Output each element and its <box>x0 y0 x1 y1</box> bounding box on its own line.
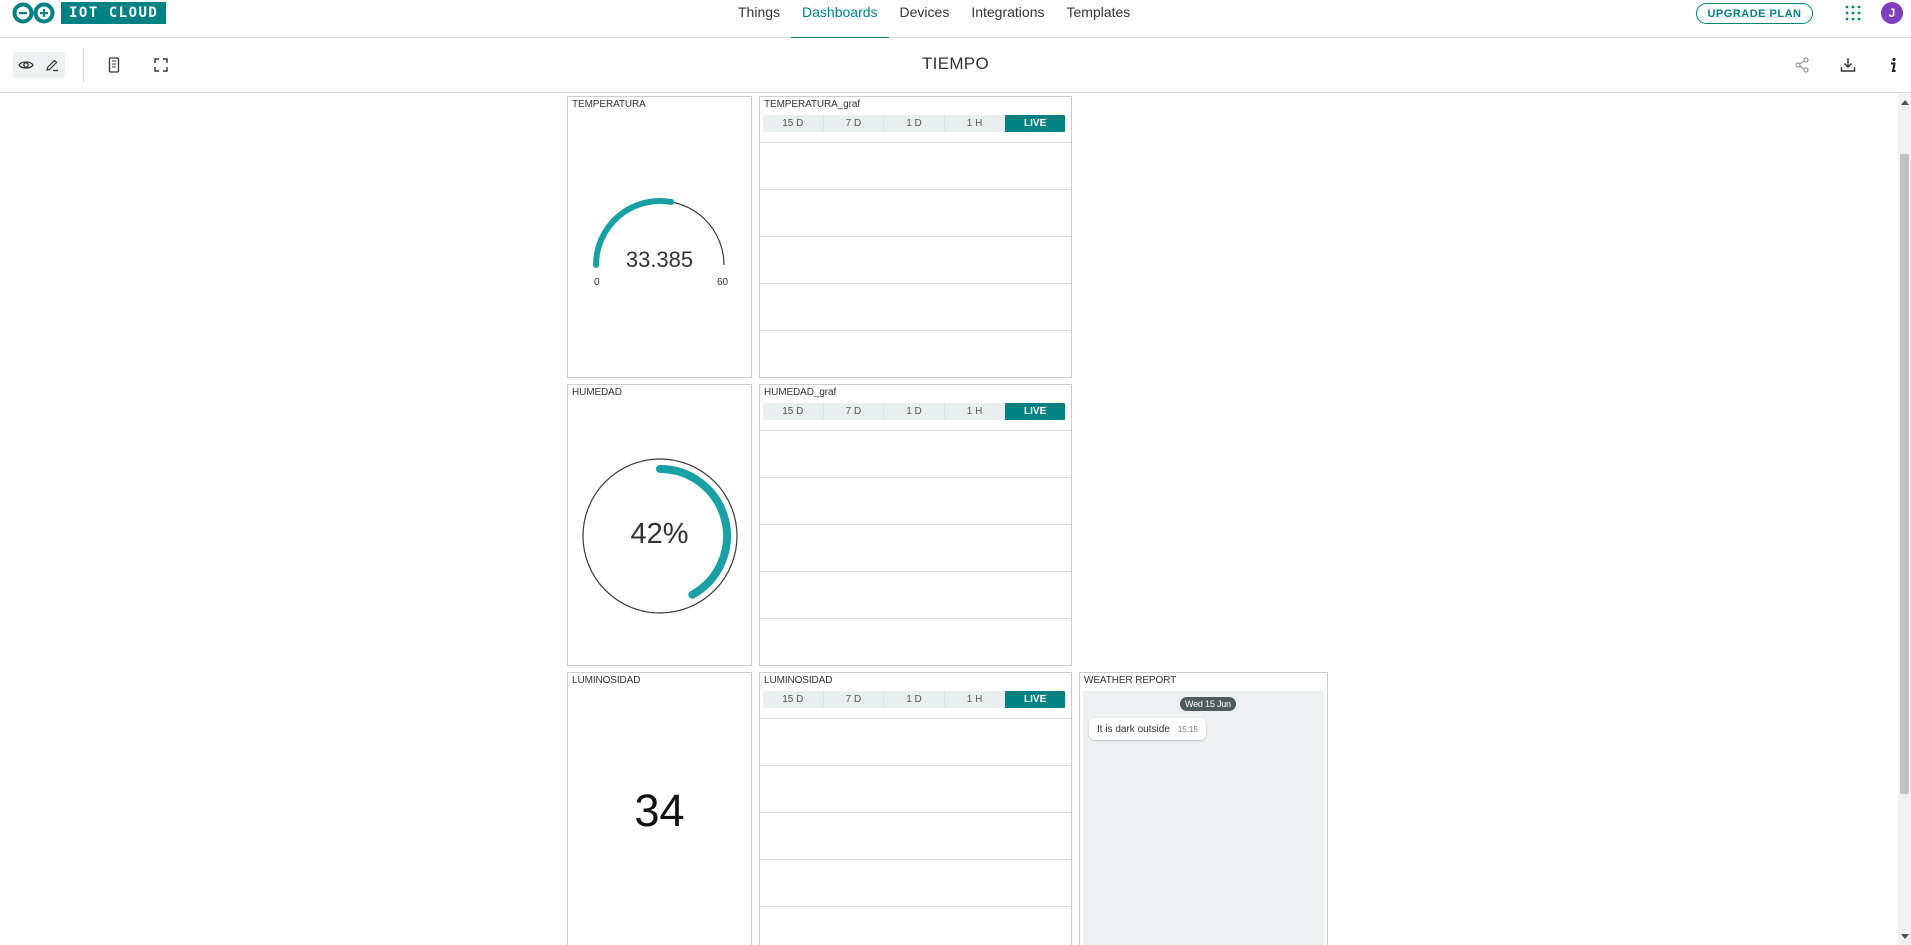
scroll-down-arrow-icon[interactable] <box>1901 934 1909 939</box>
grid-line <box>760 524 1071 525</box>
temperature-gauge <box>593 198 725 268</box>
temperatura-gauge-widget[interactable]: TEMPERATURA 33.385 0 60 <box>567 96 752 378</box>
dashboard-toolbar: TIEMPO <box>0 38 1911 93</box>
widget-title: LUMINOSIDAD <box>572 675 641 686</box>
share-button[interactable] <box>1789 52 1815 78</box>
grid-line <box>760 330 1071 331</box>
upgrade-plan-button[interactable]: UPGRADE PLAN <box>1696 3 1813 24</box>
range-7d-button[interactable]: 7 D <box>824 691 885 708</box>
user-avatar[interactable]: J <box>1881 2 1903 24</box>
dashboard-title: TIEMPO <box>922 54 989 73</box>
time-range-selector: 15 D 7 D 1 D 1 H LIVE <box>763 115 1066 132</box>
luminosity-value: 34 <box>634 785 685 836</box>
apps-grid-icon[interactable] <box>1844 4 1862 22</box>
range-live-button[interactable]: LIVE <box>1005 403 1065 420</box>
vertical-scrollbar[interactable] <box>1898 94 1911 945</box>
grid-line <box>760 283 1071 284</box>
top-navigation-bar: IOT CLOUD Things Dashboards Devices Inte… <box>0 0 1911 39</box>
range-15d-button[interactable]: 15 D <box>763 691 824 708</box>
range-7d-button[interactable]: 7 D <box>824 115 885 132</box>
date-chip: Wed 15 Jun <box>1180 697 1236 711</box>
humedad-chart-widget[interactable]: HUMEDAD_graf 15 D 7 D 1 D 1 H LIVE <box>759 384 1072 666</box>
download-icon <box>1840 58 1856 72</box>
scrollbar-thumb[interactable] <box>1900 154 1909 794</box>
nav-devices[interactable]: Devices <box>889 0 961 38</box>
humidity-value: 42% <box>630 518 689 550</box>
luminosidad-value-widget[interactable]: LUMINOSIDAD 34 <box>567 672 752 945</box>
info-button[interactable] <box>1880 52 1906 78</box>
grid-line <box>760 765 1071 766</box>
widget-title: HUMEDAD_graf <box>764 387 837 398</box>
range-1h-button[interactable]: 1 H <box>945 691 1006 708</box>
grid-line <box>760 189 1071 190</box>
info-icon <box>1891 57 1896 72</box>
range-15d-button[interactable]: 15 D <box>763 403 824 420</box>
download-button[interactable] <box>1835 52 1861 78</box>
range-live-button[interactable]: LIVE <box>1005 691 1065 708</box>
time-range-selector: 15 D 7 D 1 D 1 H LIVE <box>763 403 1066 420</box>
nav-things[interactable]: Things <box>727 0 791 38</box>
temperatura-chart-widget[interactable]: TEMPERATURA_graf 15 D 7 D 1 D 1 H LIVE <box>759 96 1072 378</box>
gauge-min-label: 0 <box>594 277 600 288</box>
time-range-selector: 15 D 7 D 1 D 1 H LIVE <box>763 691 1066 708</box>
weather-report-widget[interactable]: WEATHER REPORT Wed 15 Jun It is dark out… <box>1079 672 1328 945</box>
grid-line <box>760 236 1071 237</box>
temperature-value: 33.385 <box>625 247 694 272</box>
message-time: 15:15 <box>1177 724 1198 734</box>
nav-templates[interactable]: Templates <box>1056 0 1142 38</box>
dashboard-canvas: TEMPERATURA 33.385 0 60 TEMPERATURA_graf… <box>0 94 1898 945</box>
grid-line <box>760 718 1071 719</box>
scroll-up-arrow-icon[interactable] <box>1901 100 1909 105</box>
gauge-max-label: 60 <box>717 277 729 288</box>
main-nav: Things Dashboards Devices Integrations T… <box>727 0 1142 39</box>
iot-cloud-app: IOT CLOUD Things Dashboards Devices Inte… <box>0 0 1911 945</box>
range-1d-button[interactable]: 1 D <box>884 115 945 132</box>
arduino-logo[interactable]: IOT CLOUD <box>11 2 167 24</box>
nav-integrations[interactable]: Integrations <box>960 0 1055 38</box>
grid-line <box>760 430 1071 431</box>
share-icon <box>1795 57 1809 73</box>
grid-line <box>760 812 1071 813</box>
range-1d-button[interactable]: 1 D <box>884 403 945 420</box>
logo-text: IOT CLOUD <box>61 2 167 24</box>
nav-dashboards[interactable]: Dashboards <box>791 0 889 39</box>
grid-line <box>760 906 1071 907</box>
arduino-infinity-icon <box>12 2 55 24</box>
widget-title: LUMINOSIDAD <box>764 675 833 686</box>
grid-line <box>760 571 1071 572</box>
grid-line <box>760 859 1071 860</box>
grid-line <box>760 618 1071 619</box>
grid-line <box>760 142 1071 143</box>
range-1h-button[interactable]: 1 H <box>945 403 1006 420</box>
humedad-gauge-widget[interactable]: HUMEDAD 42% <box>567 384 752 666</box>
range-live-button[interactable]: LIVE <box>1005 115 1065 132</box>
message-text: It is dark outside <box>1097 723 1170 735</box>
range-1h-button[interactable]: 1 H <box>945 115 1006 132</box>
range-1d-button[interactable]: 1 D <box>884 691 945 708</box>
luminosidad-chart-widget[interactable]: LUMINOSIDAD 15 D 7 D 1 D 1 H LIVE <box>759 672 1072 945</box>
widget-title: TEMPERATURA_graf <box>764 99 861 110</box>
widget-title: WEATHER REPORT <box>1084 675 1177 686</box>
message-bubble: It is dark outside 15:15 <box>1089 718 1206 740</box>
range-7d-button[interactable]: 7 D <box>824 403 885 420</box>
grid-line <box>760 477 1071 478</box>
range-15d-button[interactable]: 15 D <box>763 115 824 132</box>
message-area: Wed 15 Jun It is dark outside 15:15 <box>1083 691 1324 945</box>
